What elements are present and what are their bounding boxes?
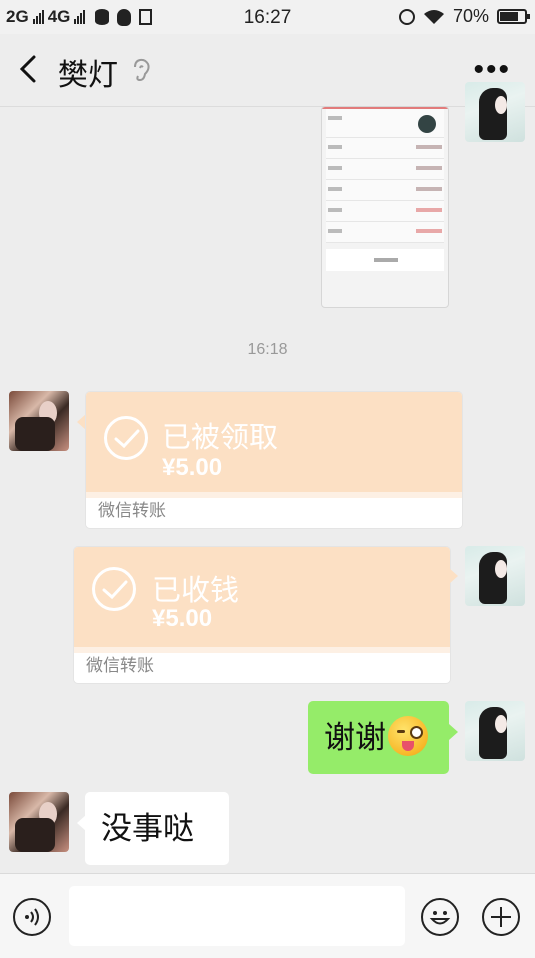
message-bubble-sent[interactable]: 谢谢 (308, 701, 449, 774)
my-avatar[interactable] (465, 546, 525, 606)
transfer-footer: 微信转账 (74, 653, 450, 681)
my-avatar[interactable] (465, 82, 525, 142)
more-options-button[interactable]: ••• (473, 55, 511, 85)
transfer-footer: 微信转账 (86, 498, 462, 526)
check-circle-icon (104, 416, 148, 460)
winking-tongue-emoji-icon (388, 716, 428, 756)
chat-title: 樊灯 (58, 59, 118, 92)
chat-header: 樊灯 ••• (0, 34, 535, 107)
wifi-icon (423, 9, 444, 24)
message-timestamp: 16:18 (247, 341, 288, 358)
message-bubble-received[interactable]: 没事哒 (85, 792, 229, 865)
contact-avatar[interactable] (9, 391, 69, 451)
transfer-status: 已被领取 (162, 422, 279, 454)
message-text: 没事哒 (101, 811, 194, 846)
status-bar: 2G 4G 16:27 70% (0, 0, 535, 34)
transfer-status: 已收钱 (152, 575, 240, 607)
input-bar (0, 873, 535, 958)
message-text: 谢谢 (324, 720, 386, 755)
check-circle-icon (92, 567, 136, 611)
plus-icon[interactable] (482, 898, 520, 936)
contact-avatar[interactable] (9, 792, 69, 852)
transfer-amount: ¥5.00 (152, 605, 213, 632)
image-message[interactable] (321, 106, 449, 308)
battery-percent: 70% (452, 6, 489, 26)
back-chevron-icon[interactable] (14, 54, 42, 84)
my-avatar[interactable] (465, 701, 525, 761)
message-input[interactable] (69, 886, 405, 946)
transfer-amount: ¥5.00 (162, 454, 223, 481)
voice-icon[interactable] (13, 898, 51, 936)
emoji-icon[interactable] (421, 898, 459, 936)
transfer-card-collected[interactable]: 已收钱 ¥5.00 微信转账 (73, 546, 451, 684)
battery-icon (497, 9, 530, 24)
transfer-card-received[interactable]: 已被领取 ¥5.00 微信转账 (85, 391, 463, 529)
alarm-icon (398, 8, 415, 25)
ear-icon (134, 58, 150, 82)
